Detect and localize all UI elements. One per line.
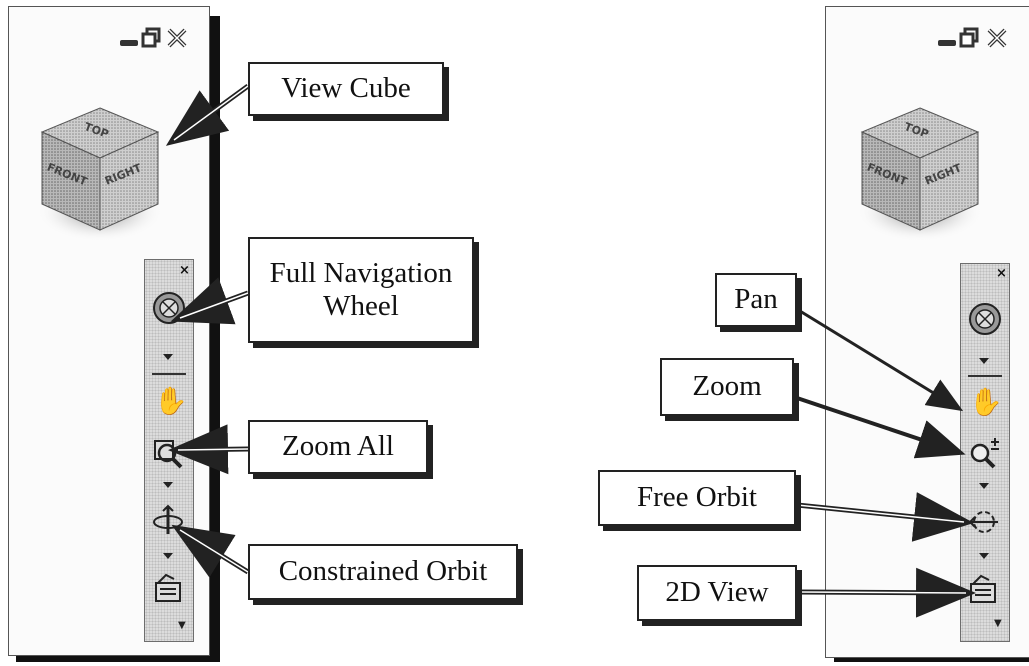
full-navigation-wheel-callout-line1: Full Navigation — [269, 256, 453, 289]
zoom-all-callout: Zoom All — [248, 420, 428, 474]
free-orbit-callout: Free Orbit — [598, 470, 796, 526]
constrained-orbit-callout: Constrained Orbit — [248, 544, 518, 600]
free-orbit-callout-text: Free Orbit — [637, 481, 757, 514]
zoom-callout-text: Zoom — [692, 370, 762, 403]
full-navigation-wheel-callout-line2: Wheel — [323, 290, 399, 322]
2d-view-callout: 2D View — [637, 565, 797, 621]
2d-view-callout-text: 2D View — [665, 576, 769, 609]
zoom-callout: Zoom — [660, 358, 794, 416]
view-cube-callout-text: View Cube — [281, 72, 411, 105]
constrained-orbit-callout-text: Constrained Orbit — [278, 555, 488, 588]
view-cube-callout: View Cube — [248, 62, 444, 116]
zoom-all-callout-text: Zoom All — [282, 430, 394, 463]
pan-callout-text: Pan — [734, 283, 778, 316]
full-navigation-wheel-callout: Full Navigation Wheel — [248, 237, 474, 343]
pan-callout: Pan — [715, 273, 797, 327]
